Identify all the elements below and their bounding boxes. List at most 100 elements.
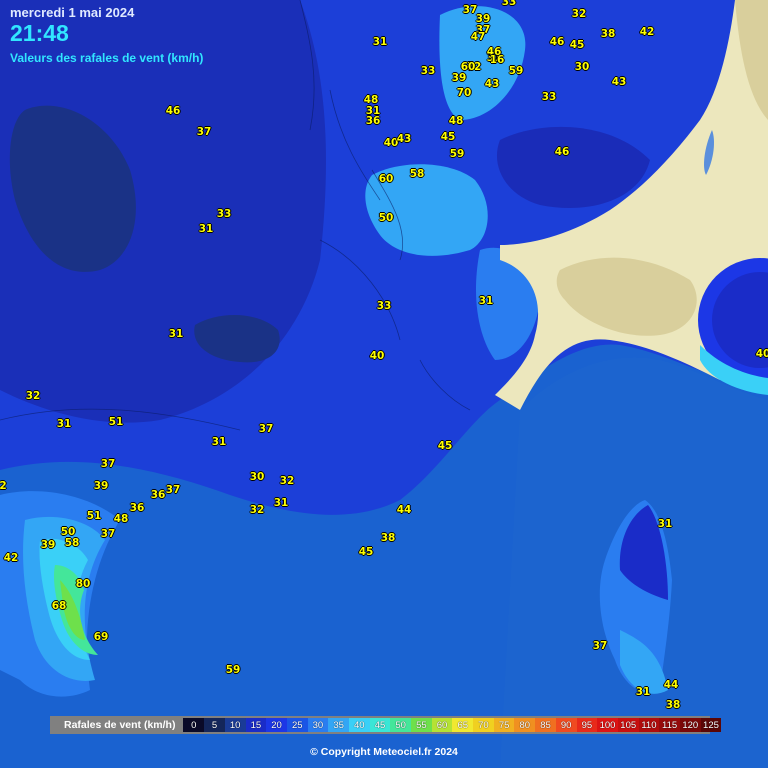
- station-gust-value: 31: [273, 497, 289, 509]
- station-gust-value: 33: [376, 300, 392, 312]
- station-gust-value: 33: [501, 0, 517, 8]
- station-gust-value: 33: [216, 208, 232, 220]
- station-gust-value: 70: [456, 87, 472, 99]
- station-gust-value: 60: [378, 173, 394, 185]
- station-gust-value: 37: [196, 126, 212, 138]
- map-date: mercredi 1 mai 2024: [10, 5, 135, 20]
- station-gust-value: 32: [25, 390, 41, 402]
- station-gust-value: 47: [470, 31, 486, 43]
- station-gust-value: 37: [165, 484, 181, 496]
- color-legend: Rafales de vent (km/h) 0 5 10 15 20 25 30 35 40 4…: [50, 716, 722, 734]
- legend-swatch: 45: [369, 718, 391, 732]
- legend-swatch: 15: [245, 718, 267, 732]
- legend-swatch: 55: [411, 718, 432, 732]
- station-gust-value: 31: [657, 518, 673, 530]
- legend-swatch: 35: [328, 718, 349, 732]
- legend-swatch: 10: [224, 718, 246, 732]
- station-gust-value: 38: [600, 28, 616, 40]
- station-gust-value: 37: [100, 458, 116, 470]
- legend-label: Rafales de vent (km/h): [64, 719, 176, 731]
- station-gust-value: 39: [93, 480, 109, 492]
- station-gust-value: 36: [129, 502, 145, 514]
- legend-swatch: 105: [617, 718, 639, 732]
- station-gust-value: 45: [437, 440, 453, 452]
- station-gust-value: 46: [549, 36, 565, 48]
- station-gust-value: 31: [372, 36, 388, 48]
- station-gust-value: 30: [249, 471, 265, 483]
- station-gust-value: 39: [451, 72, 467, 84]
- legend-swatches: 0 5 10 15 20 25 30 35 40 45 50 55 60 65 70 75 80 85 90 95 10…: [183, 718, 722, 732]
- station-gust-value: 42: [3, 552, 19, 564]
- station-gust-value: 51: [86, 510, 102, 522]
- station-gust-value: 33: [420, 65, 436, 77]
- station-gust-value: 44: [396, 504, 412, 516]
- station-gust-value: 43: [396, 133, 412, 145]
- station-gust-value: 38: [380, 532, 396, 544]
- station-gust-value: 31: [478, 295, 494, 307]
- station-gust-value: 59: [225, 664, 241, 676]
- map-time: 21:48: [10, 20, 69, 46]
- station-gust-value: 43: [611, 76, 627, 88]
- station-gust-value: 2: [0, 480, 7, 492]
- legend-swatch: 50: [390, 718, 412, 732]
- legend-swatch: 30: [307, 718, 329, 732]
- station-gust-value: 51: [108, 416, 124, 428]
- station-gust-value: 31: [635, 686, 651, 698]
- legend-swatch: 90: [555, 718, 577, 732]
- legend-swatch: 125: [700, 718, 722, 732]
- station-gust-value: 31: [211, 436, 227, 448]
- station-gust-value: 33: [541, 91, 557, 103]
- legend-swatch: 40: [348, 718, 370, 732]
- station-gust-value: 30: [574, 61, 590, 73]
- copyright: © Copyright Meteociel.fr 2024: [310, 746, 458, 758]
- station-gust-value: 40: [369, 350, 385, 362]
- station-gust-value: 42: [639, 26, 655, 38]
- station-gust-value: 37: [258, 423, 274, 435]
- station-gust-value: 45: [440, 131, 456, 143]
- station-gust-value: 58: [409, 168, 425, 180]
- station-gust-value: 36: [365, 115, 381, 127]
- station-gust-value: 50: [378, 212, 394, 224]
- legend-swatch: 65: [452, 718, 474, 732]
- legend-swatch: 75: [493, 718, 515, 732]
- legend-swatch: 85: [535, 718, 556, 732]
- legend-swatch: 110: [638, 718, 660, 732]
- station-gust-value: 68: [51, 600, 67, 612]
- station-gust-value: 38: [665, 699, 681, 711]
- station-gust-value: 59: [508, 65, 524, 77]
- legend-swatch: 100: [597, 718, 618, 732]
- station-gust-value: 31: [168, 328, 184, 340]
- station-gust-value: 40: [755, 348, 768, 360]
- station-gust-value: 58: [64, 537, 80, 549]
- legend-swatch: 80: [514, 718, 536, 732]
- station-gust-value: 32: [571, 8, 587, 20]
- station-gust-value: 46: [165, 105, 181, 117]
- legend-swatch: 0: [183, 718, 205, 732]
- station-gust-value: 32: [249, 504, 265, 516]
- station-gust-value: 44: [663, 679, 679, 691]
- wind-gust-map: mercredi 1 mai 2024 21:48 Valeurs des ra…: [0, 0, 768, 768]
- station-gust-value: 37: [592, 640, 608, 652]
- station-gust-value: 37: [100, 528, 116, 540]
- station-gust-value: 46: [554, 146, 570, 158]
- legend-swatch: 5: [204, 718, 225, 732]
- map-subtitle: Valeurs des rafales de vent (km/h): [10, 51, 204, 65]
- station-gust-value: 31: [198, 223, 214, 235]
- station-gust-value: 39: [40, 539, 56, 551]
- legend-swatch: 20: [266, 718, 287, 732]
- legend-swatch: 120: [679, 718, 701, 732]
- station-gust-value: 45: [358, 546, 374, 558]
- station-gust-value: 80: [75, 578, 91, 590]
- legend-swatch: 95: [576, 718, 598, 732]
- station-gust-value: 45: [569, 39, 585, 51]
- legend-swatch: 25: [286, 718, 308, 732]
- station-gust-value: 43: [484, 78, 500, 90]
- station-gust-value: 31: [56, 418, 72, 430]
- station-gust-value: 16: [489, 54, 505, 66]
- legend-swatch: 70: [473, 718, 494, 732]
- station-gust-value: 32: [279, 475, 295, 487]
- legend-swatch: 115: [659, 718, 680, 732]
- station-gust-value: 48: [448, 115, 464, 127]
- station-gust-value: 59: [449, 148, 465, 160]
- station-gust-value: 36: [150, 489, 166, 501]
